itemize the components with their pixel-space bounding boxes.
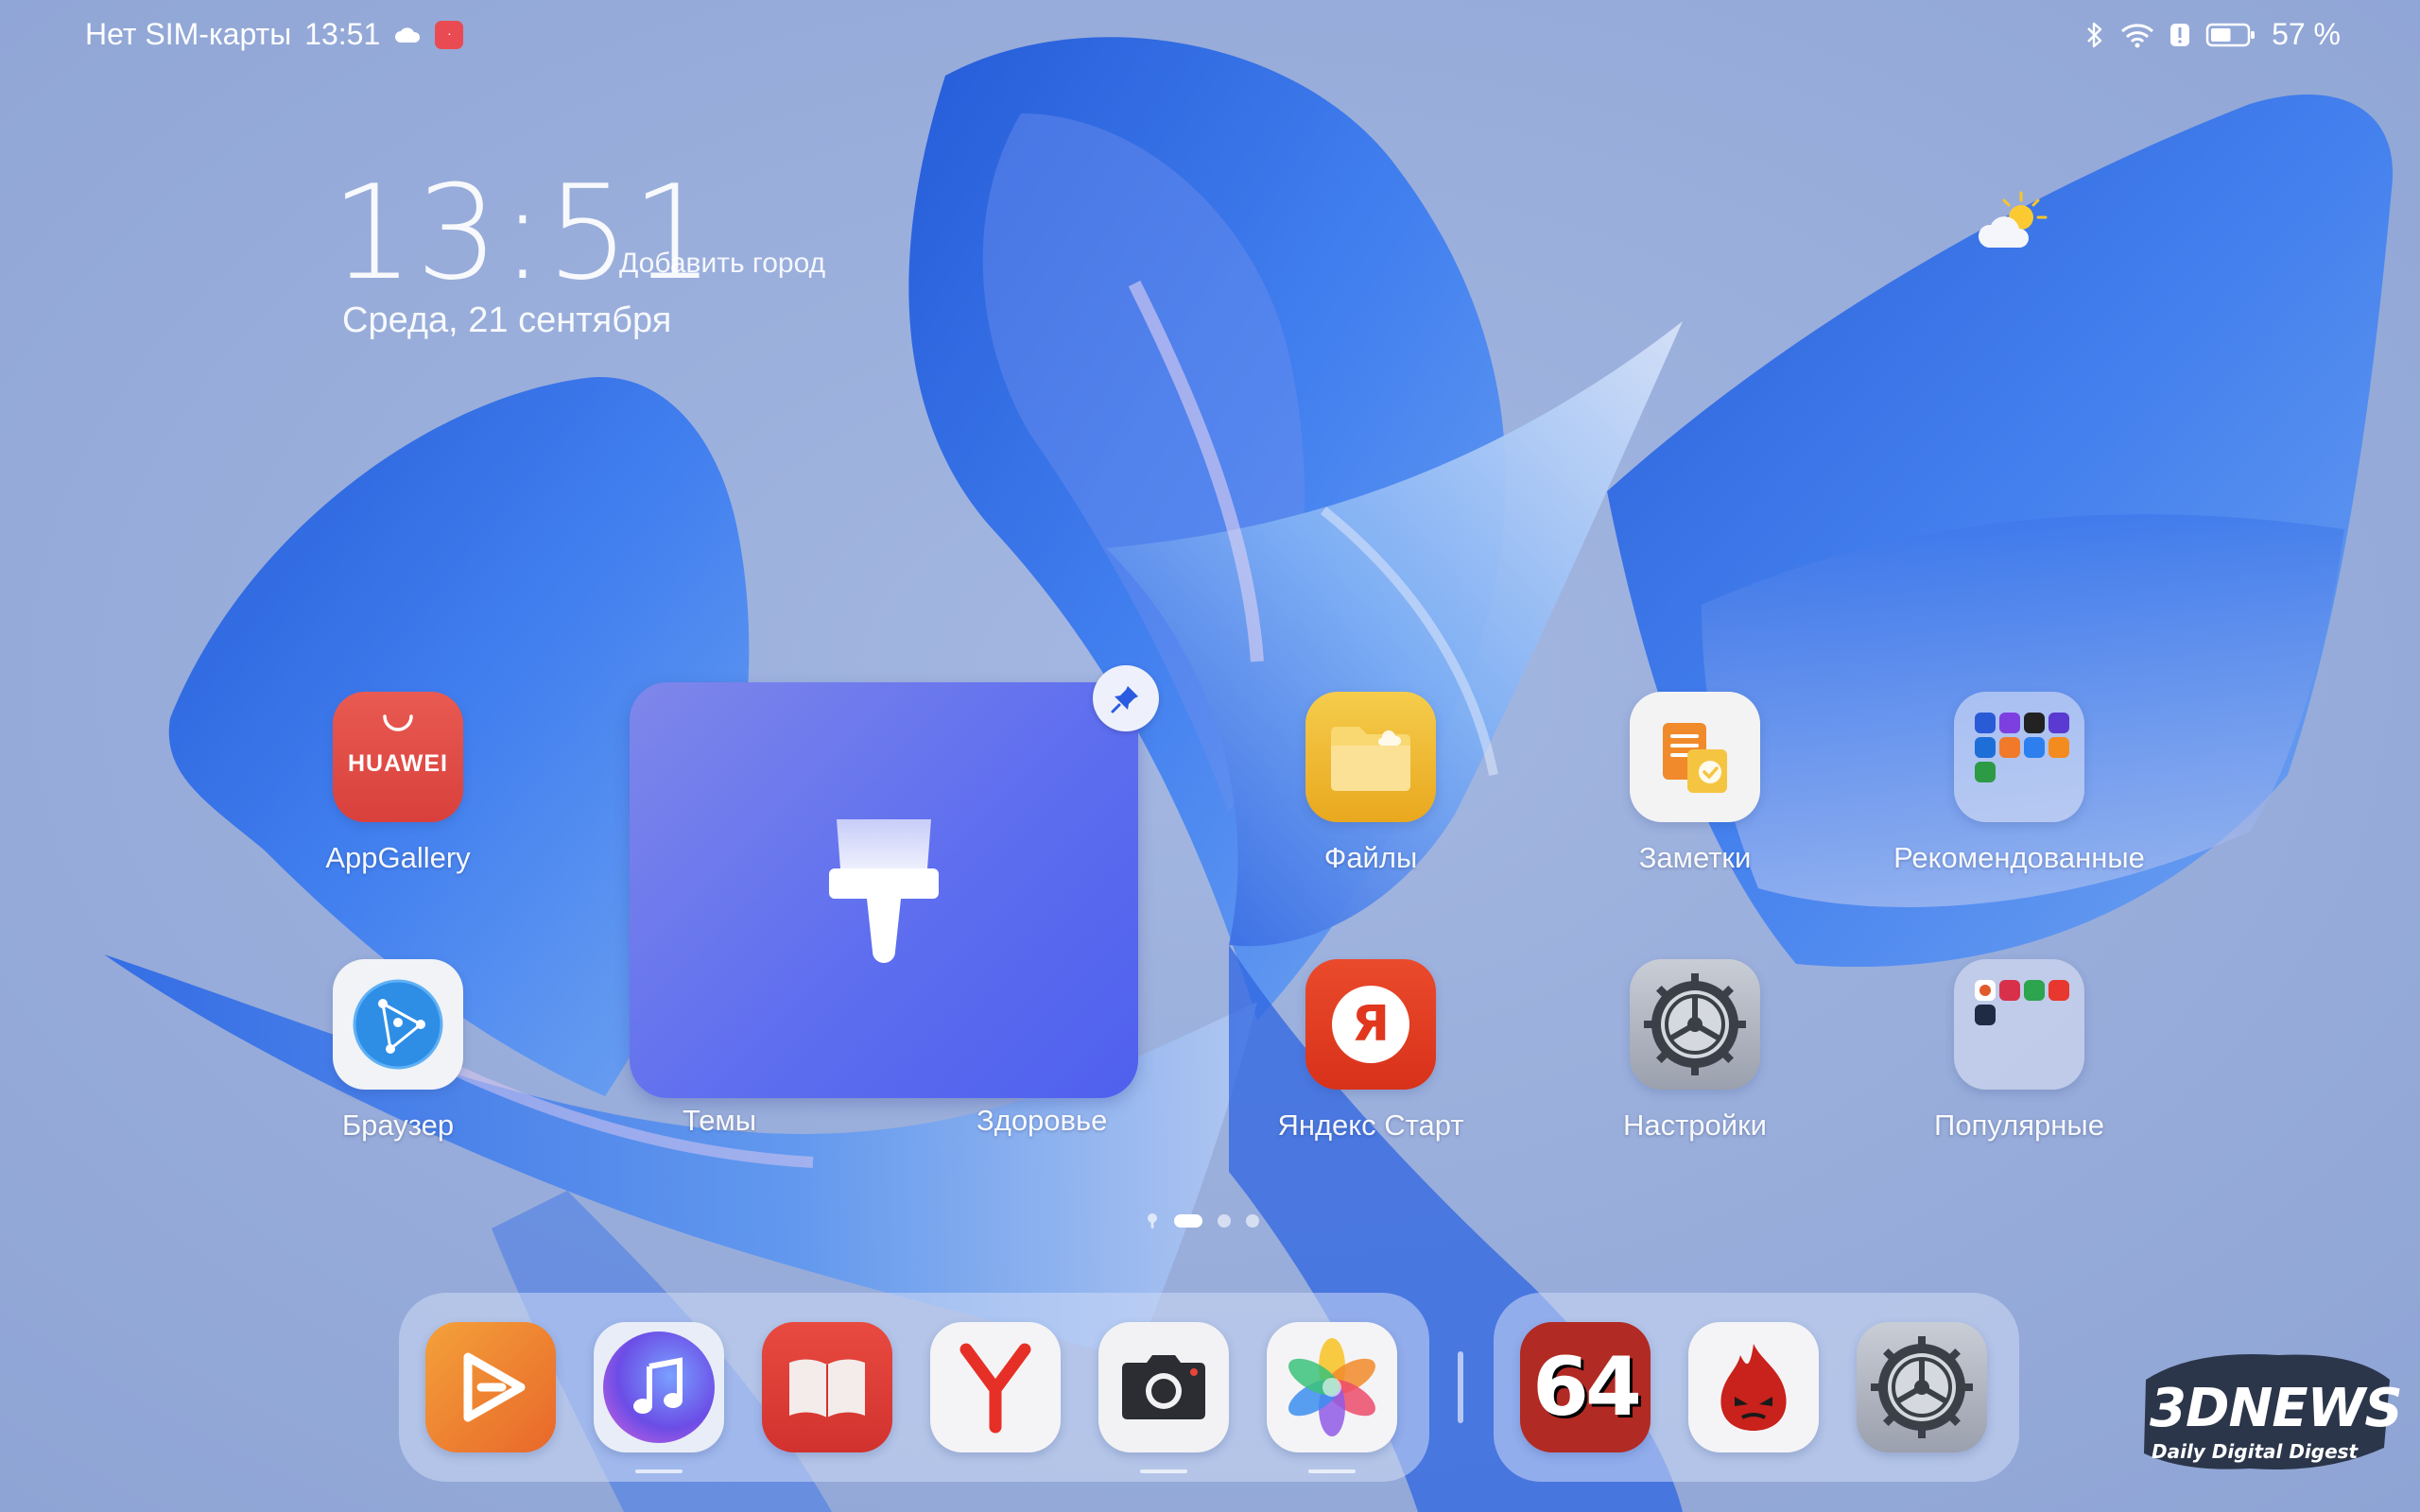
dock-separator — [1458, 1351, 1463, 1423]
dock-app-books[interactable] — [762, 1322, 892, 1452]
dock-app-camera[interactable] — [1098, 1322, 1229, 1473]
yandex-start-icon[interactable]: Я — [1305, 959, 1436, 1090]
dock-recent: 64 — [1494, 1293, 2019, 1482]
watermark-sub: Daily Digital Digest — [2152, 1440, 2359, 1463]
page-dot[interactable] — [1246, 1214, 1259, 1228]
battery-percent: 57 % — [2272, 17, 2341, 51]
app-yandex-start[interactable]: Я Яндекс Старт — [1257, 959, 1484, 1143]
yandex-browser-icon[interactable] — [930, 1322, 1061, 1452]
app-label: Настройки — [1622, 1108, 1767, 1142]
app-label: Заметки — [1638, 841, 1752, 874]
folder-icon[interactable] — [1954, 959, 2084, 1090]
page-dot[interactable] — [1174, 1214, 1202, 1228]
appgallery-icon[interactable]: HUAWEI — [333, 692, 463, 822]
dock — [399, 1293, 1429, 1482]
folder-icon[interactable] — [1954, 692, 2084, 822]
files-icon[interactable] — [1305, 692, 1436, 822]
clock-widget[interactable]: 13:51 Добавить город Среда, 21 сентября — [331, 168, 825, 341]
app-browser[interactable]: Браузер — [285, 959, 511, 1143]
video-icon[interactable] — [425, 1322, 556, 1452]
settings-icon[interactable] — [1630, 959, 1760, 1090]
browser-icon[interactable] — [333, 959, 463, 1090]
alert-icon — [2170, 23, 2190, 46]
notification-badge-icon: ▪ — [435, 20, 464, 49]
clock-date: Среда, 21 сентября — [342, 301, 672, 340]
status-bar: Нет SIM-карты 13:51 ▪ 57 % — [0, 0, 2420, 68]
dock-app-settings[interactable] — [1857, 1322, 1987, 1452]
yandex-glyph: Я — [1351, 996, 1391, 1053]
paintbrush-icon — [829, 819, 939, 963]
app-notes[interactable]: Заметки — [1582, 692, 1808, 875]
aida64-text: 64 — [1532, 1340, 1642, 1435]
page-dot[interactable] — [1218, 1214, 1231, 1228]
dock-app-gallery[interactable] — [1267, 1322, 1397, 1473]
camera-icon[interactable] — [1098, 1322, 1229, 1452]
app-label: Популярные — [1934, 1108, 2104, 1142]
weather-icon[interactable] — [1976, 189, 2051, 255]
app-label: Файлы — [1323, 841, 1418, 874]
page-indicator[interactable] — [1146, 1212, 1259, 1229]
app-label: Яндекс Старт — [1277, 1108, 1464, 1142]
health-label: Здоровье — [977, 1104, 1108, 1137]
dock-app-music[interactable] — [594, 1322, 724, 1473]
appgallery-brand-text: HUAWEI — [348, 749, 448, 777]
carrier-text: Нет SIM-карты — [85, 17, 292, 51]
antutu-icon[interactable] — [1688, 1322, 1819, 1452]
dock-app-yandex-browser[interactable] — [930, 1322, 1061, 1452]
status-time: 13:51 — [304, 17, 381, 51]
watermark-main: 3DNEWS — [2150, 1378, 2403, 1439]
app-label: AppGallery — [325, 841, 471, 874]
music-icon[interactable] — [594, 1322, 724, 1452]
running-indicator — [635, 1469, 683, 1473]
app-label: Рекомендованные — [1893, 841, 2145, 874]
dock-app-aida64[interactable]: 64 — [1520, 1322, 1651, 1452]
folder-recommended[interactable]: Рекомендованные — [1893, 692, 2145, 875]
app-appgallery[interactable]: HUAWEI AppGallery — [285, 692, 511, 875]
app-settings[interactable]: Настройки — [1582, 959, 1808, 1143]
settings-icon[interactable] — [1857, 1322, 1987, 1452]
dock-app-antutu[interactable] — [1688, 1322, 1819, 1452]
aida64-icon[interactable]: 64 — [1520, 1322, 1651, 1452]
app-files[interactable]: Файлы — [1257, 692, 1484, 875]
running-indicator — [1308, 1469, 1356, 1473]
dock-app-video[interactable] — [425, 1322, 556, 1452]
themes-widget[interactable] — [630, 682, 1138, 1098]
pin-icon[interactable] — [1093, 665, 1159, 731]
app-label: Браузер — [341, 1108, 455, 1142]
notes-icon[interactable] — [1630, 692, 1760, 822]
themes-label: Темы — [683, 1104, 757, 1137]
pager-home-icon[interactable] — [1146, 1212, 1159, 1229]
battery-icon — [2205, 23, 2256, 46]
books-icon[interactable] — [762, 1322, 892, 1452]
cloud-icon — [395, 26, 421, 43]
add-city-link[interactable]: Добавить город — [619, 248, 825, 280]
folder-popular[interactable]: Популярные — [1906, 959, 2133, 1143]
gallery-icon[interactable] — [1267, 1322, 1397, 1452]
wifi-icon — [2121, 23, 2154, 47]
bluetooth-icon — [2087, 22, 2102, 47]
running-indicator — [1140, 1469, 1187, 1473]
watermark-logo: 3DNEWS Daily Digital Digest — [2136, 1342, 2403, 1484]
